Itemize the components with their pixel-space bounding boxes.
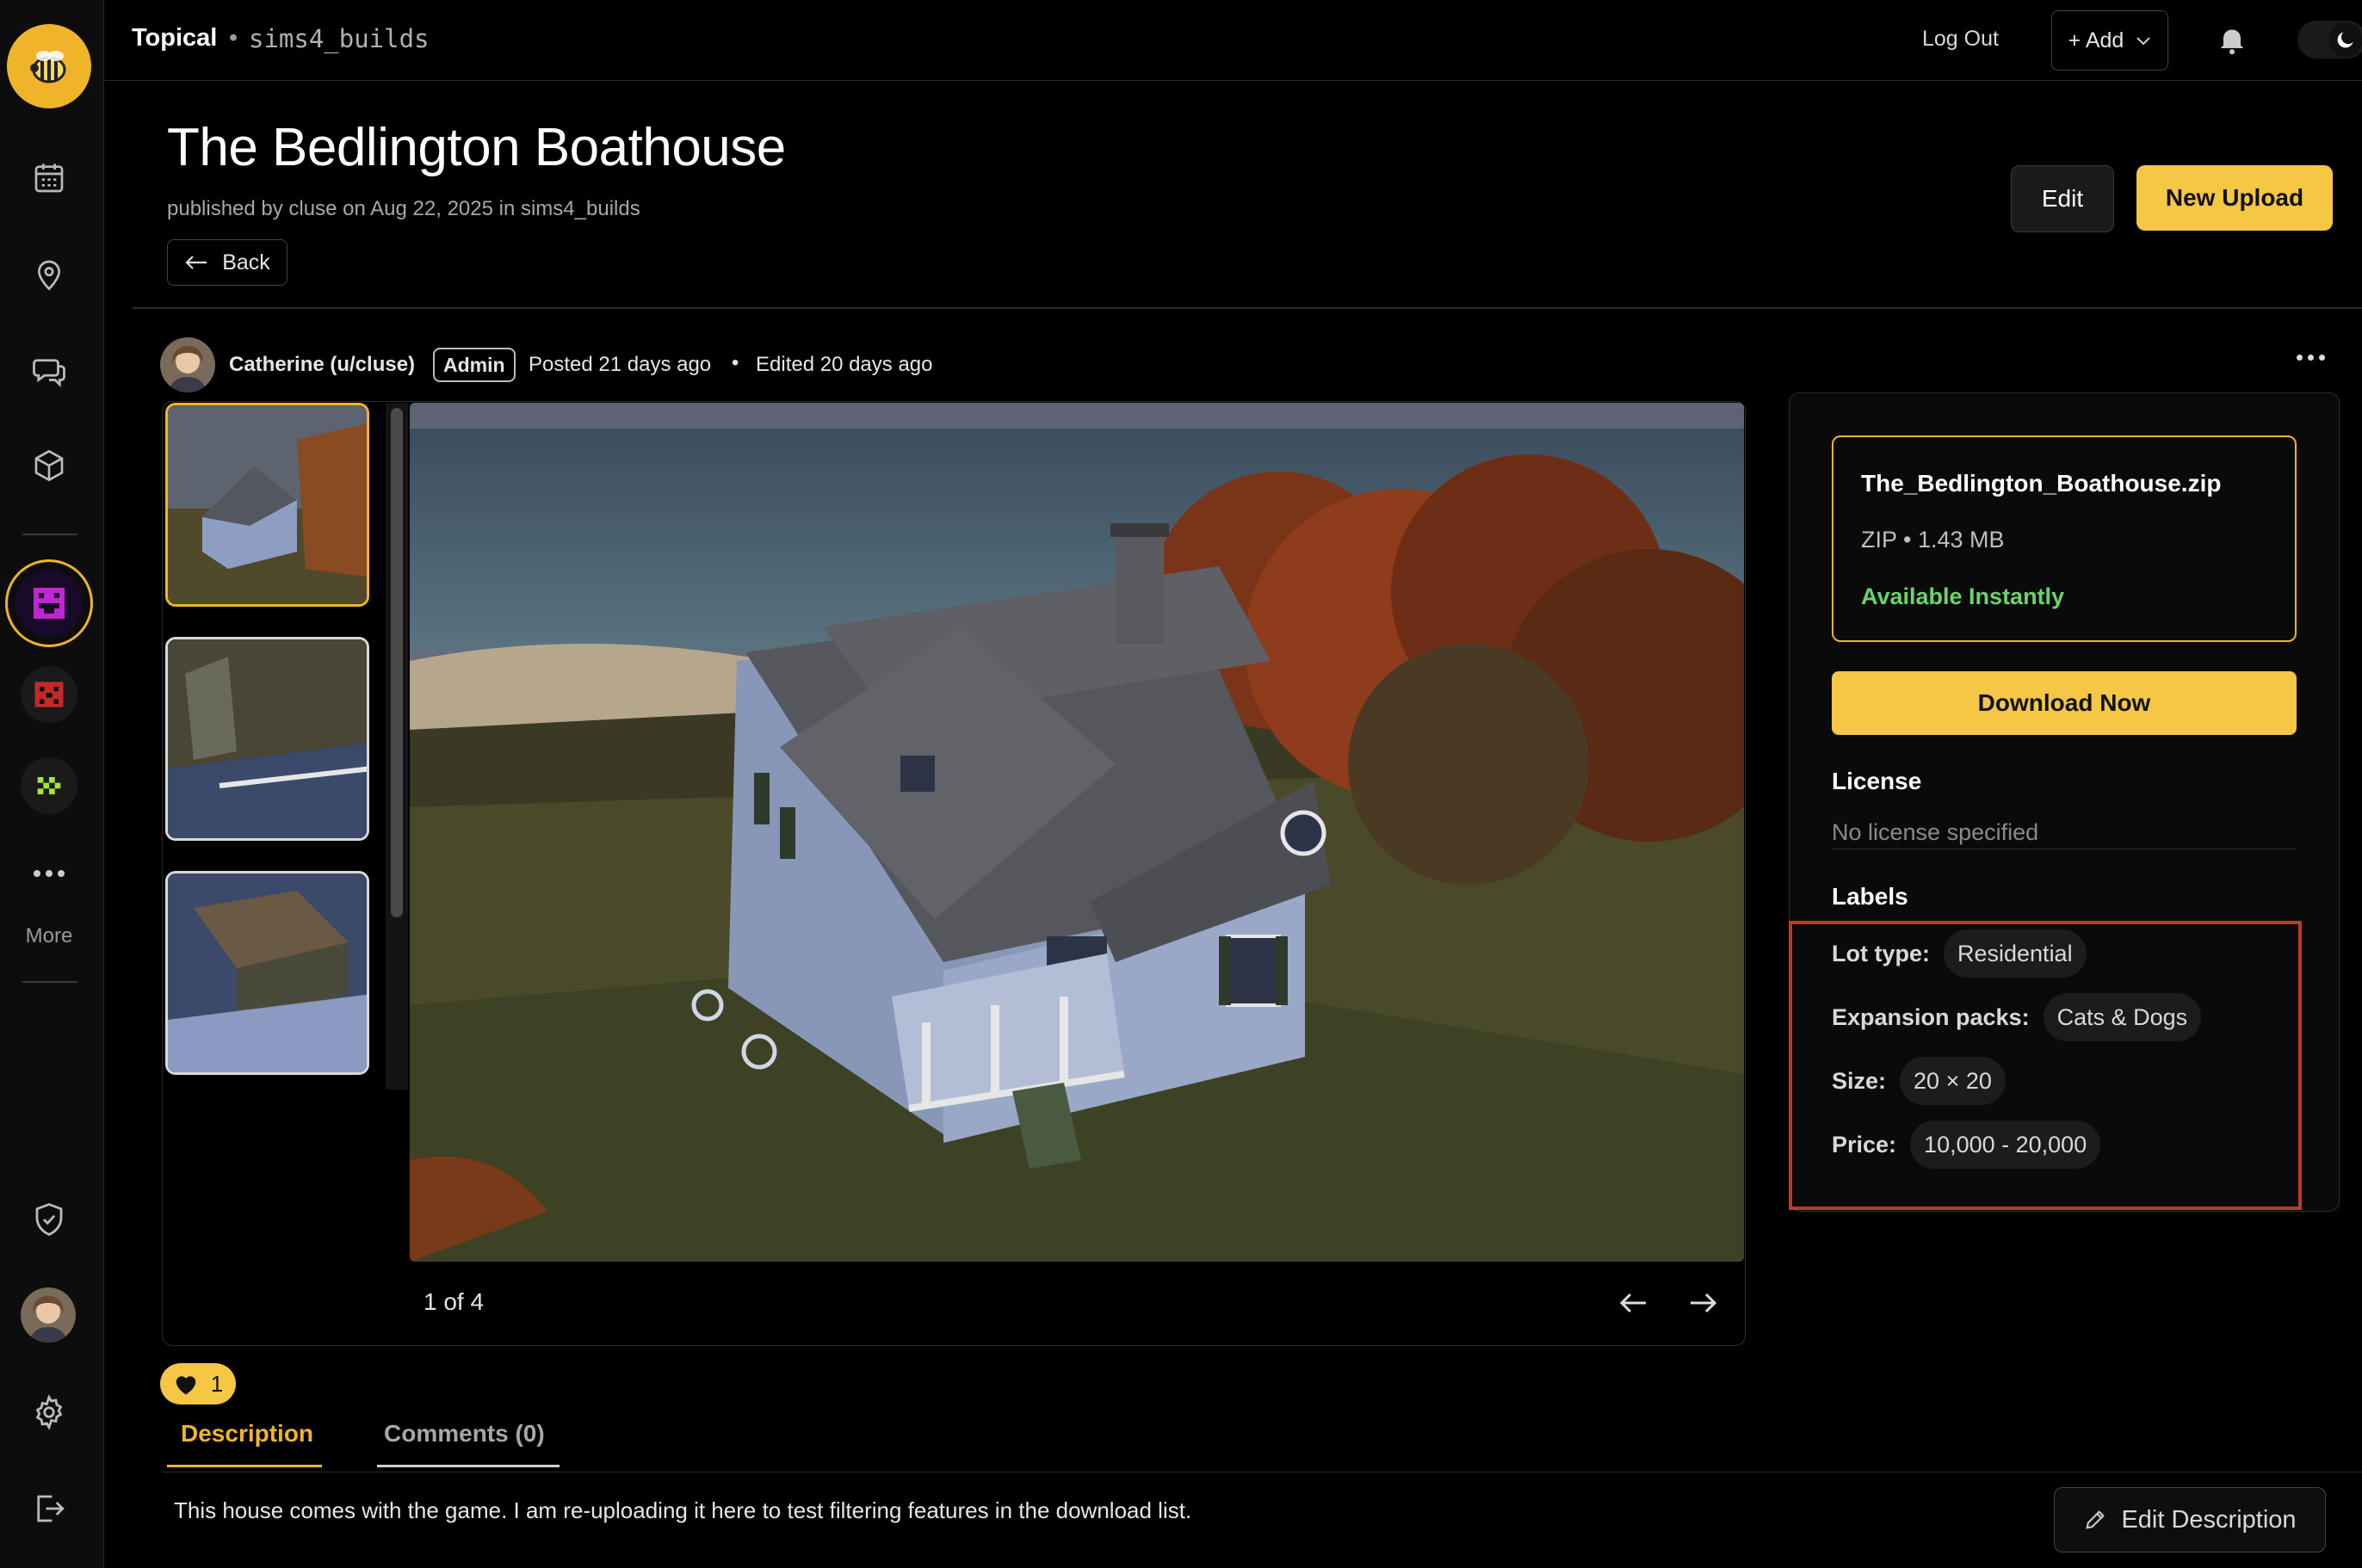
left-sidebar: More: [0, 0, 104, 1568]
next-image-arrow-icon[interactable]: [1685, 1286, 1720, 1320]
sidebar-user-avatar[interactable]: [21, 1287, 76, 1343]
file-name: The_Bedlington_Boathouse.zip: [1861, 470, 2222, 497]
labels-highlight-box: [1789, 921, 2302, 1210]
pixel-grid-icon: [34, 682, 64, 707]
sidebar-divider: [22, 981, 77, 983]
map-pin-icon[interactable]: [24, 250, 74, 299]
thumbnail-3[interactable]: [165, 871, 369, 1075]
tab-comments[interactable]: Comments (0): [384, 1420, 545, 1448]
page-title: The Bedlington Boathouse: [167, 118, 786, 177]
calendar-icon[interactable]: [24, 153, 74, 203]
top-bar: Topical • sims4_builds Log Out + Add: [104, 0, 2362, 81]
thumbnail-1[interactable]: [165, 403, 369, 607]
bell-icon[interactable]: [2215, 22, 2249, 57]
download-now-button[interactable]: Download Now: [1832, 671, 2297, 735]
author-avatar[interactable]: [160, 337, 215, 392]
pencil-icon: [2086, 1510, 2105, 1529]
tab-description-underline: [167, 1465, 322, 1467]
license-heading: License: [1832, 768, 1922, 794]
availability-status: Available Instantly: [1861, 583, 2065, 609]
thumbnail-2[interactable]: [165, 637, 369, 841]
like-button[interactable]: 1: [160, 1363, 236, 1404]
back-button[interactable]: Back: [167, 239, 288, 286]
app-logo[interactable]: [7, 24, 91, 108]
file-meta: ZIP • 1.43 MB: [1861, 527, 2005, 553]
more-label[interactable]: More: [0, 924, 98, 948]
tab-comments-underline: [377, 1465, 560, 1467]
meta-separator: •: [732, 351, 739, 374]
edit-button[interactable]: Edit: [2011, 165, 2114, 232]
brand-name[interactable]: Topical: [132, 24, 217, 52]
main-image: [410, 403, 1744, 1262]
previous-image-arrow-icon[interactable]: [1617, 1286, 1651, 1320]
author-name[interactable]: Catherine (u/cluse): [229, 353, 415, 377]
description-text: This house comes with the game. I am re-…: [174, 1497, 1192, 1523]
chevron-down-icon: [2136, 37, 2151, 46]
edit-description-label: Edit Description: [2121, 1505, 2297, 1534]
community-avatar: [15, 570, 83, 637]
add-label: + Add: [2068, 28, 2124, 52]
pixel-face-icon: [34, 588, 65, 619]
header-divider: [133, 307, 2362, 309]
bee-icon: [30, 51, 66, 83]
published-line: published by cluse on Aug 22, 2025 in si…: [167, 197, 640, 220]
community-name[interactable]: sims4_builds: [249, 24, 430, 53]
moon-icon: [2328, 22, 2362, 57]
arrow-left-icon: [185, 256, 207, 269]
settings-gear-icon[interactable]: [24, 1387, 74, 1437]
chat-icon[interactable]: [24, 346, 74, 396]
add-button[interactable]: + Add: [2051, 10, 2168, 71]
thumbnail-scrollbar-thumb[interactable]: [391, 408, 403, 917]
more-dots-icon[interactable]: [24, 849, 74, 898]
new-upload-button[interactable]: New Upload: [2136, 165, 2333, 231]
checker-icon: [37, 777, 61, 794]
image-counter: 1 of 4: [424, 1288, 485, 1315]
package-icon[interactable]: [24, 441, 74, 491]
logout-icon[interactable]: [24, 1484, 74, 1534]
theme-toggle[interactable]: [2297, 21, 2362, 59]
edited-time: Edited 20 days ago: [756, 353, 933, 376]
admin-badge: Admin: [433, 348, 516, 382]
like-count: 1: [210, 1370, 224, 1397]
heart-icon: [176, 1376, 196, 1395]
community-button-red[interactable]: [21, 666, 77, 723]
logout-link[interactable]: Log Out: [1922, 27, 1999, 52]
license-value: No license specified: [1832, 819, 2039, 845]
posted-time: Posted 21 days ago: [529, 353, 712, 376]
community-button-green[interactable]: [21, 757, 77, 814]
brand-separator: •: [229, 24, 238, 52]
back-label: Back: [222, 250, 270, 275]
community-button-active[interactable]: [5, 559, 93, 647]
edit-description-button[interactable]: Edit Description: [2054, 1487, 2326, 1553]
more-options-icon[interactable]: [2297, 355, 2325, 361]
tab-description[interactable]: Description: [181, 1420, 313, 1448]
sidebar-divider: [22, 534, 77, 535]
shield-check-icon[interactable]: [24, 1195, 74, 1244]
labels-heading: Labels: [1832, 883, 1908, 910]
